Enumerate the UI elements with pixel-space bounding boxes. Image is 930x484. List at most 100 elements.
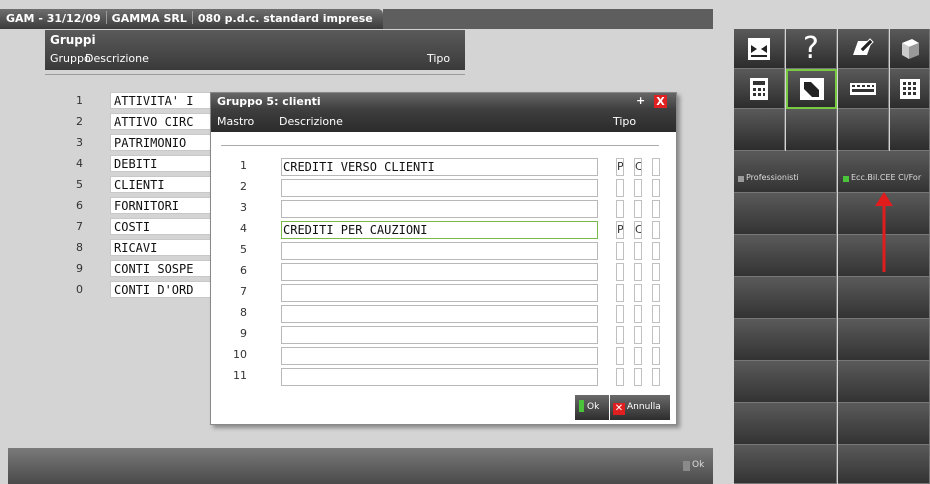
keyboard-button[interactable] (838, 69, 889, 109)
empty-button[interactable] (786, 109, 837, 151)
gruppo-description-field[interactable]: CONTI D'ORD (110, 281, 220, 298)
tipo-cell[interactable] (616, 179, 624, 197)
app-tab[interactable]: GAM - 31/12/09 GAMMA SRL 080 p.d.c. standa… (0, 9, 383, 29)
tipo-cell[interactable] (652, 242, 660, 260)
mastro-description-field[interactable]: CREDITI VERSO CLIENTI (281, 158, 598, 176)
tipo-cell[interactable] (616, 347, 624, 365)
gruppo-description-field[interactable]: CLIENTI (110, 176, 220, 193)
gruppo-description-field[interactable]: RICAVI (110, 239, 220, 256)
tipo-cell[interactable] (634, 200, 642, 218)
red-arrow-annotation (875, 192, 893, 272)
mastro-description-field[interactable] (281, 242, 598, 260)
mastro-description-field[interactable] (281, 347, 598, 365)
tipo-cell[interactable] (634, 326, 642, 344)
notes-button[interactable] (838, 29, 889, 69)
tipo-cell[interactable] (652, 284, 660, 302)
empty-wide-button[interactable] (734, 361, 837, 403)
tipo-cell[interactable] (652, 200, 660, 218)
empty-button[interactable] (890, 109, 930, 151)
empty-wide-button[interactable] (734, 193, 837, 235)
empty-wide-button[interactable] (838, 445, 930, 484)
touch-mode-button[interactable] (786, 69, 837, 109)
tipo-cell[interactable] (616, 263, 624, 281)
tipo-cell[interactable] (616, 242, 624, 260)
empty-wide-button[interactable] (838, 403, 930, 445)
tipo-cell[interactable] (634, 263, 642, 281)
hand-touch-icon (799, 78, 824, 100)
tipo-cell[interactable] (652, 368, 660, 386)
empty-wide-button[interactable] (734, 235, 837, 277)
tipo-cell[interactable] (652, 158, 660, 176)
mastro-description-field[interactable]: CREDITI PER CAUZIONI (281, 221, 598, 239)
gruppo-description-field[interactable]: ATTIVITA' I (110, 92, 220, 109)
help-button[interactable]: ? (786, 29, 837, 69)
tipo-cell[interactable] (616, 200, 624, 218)
tipo-cell[interactable] (634, 347, 642, 365)
empty-wide-button[interactable] (734, 445, 837, 484)
bottom-ok-button[interactable]: Ok (692, 460, 704, 470)
empty-wide-button[interactable] (838, 277, 930, 319)
mastro-description-field[interactable] (281, 305, 598, 323)
tipo-cell[interactable] (652, 326, 660, 344)
column-descrizione: Descrizione (279, 115, 343, 128)
tipo-cell[interactable]: P (616, 158, 624, 176)
empty-button[interactable] (734, 109, 785, 151)
tipo-cell[interactable] (634, 368, 642, 386)
tab-separator (191, 11, 193, 24)
gruppo-description-field[interactable]: COSTI (110, 218, 220, 235)
gruppo-description-field[interactable]: FORNITORI (110, 197, 220, 214)
gruppo-dialog: Gruppo 5: clienti + X Mastro Descrizione… (210, 92, 677, 425)
tipo-cell[interactable] (652, 263, 660, 281)
notebook-pen-icon (853, 37, 874, 55)
empty-wide-button[interactable] (838, 319, 930, 361)
tipo-cell[interactable] (616, 326, 624, 344)
tipo-cell[interactable] (616, 284, 624, 302)
ok-marker-icon (683, 461, 690, 471)
grid-menu-button[interactable] (890, 69, 930, 109)
gruppo-description-field[interactable]: CONTI SOSPE (110, 260, 220, 277)
tipo-cell[interactable] (634, 305, 642, 323)
mastro-description-field[interactable] (281, 263, 598, 281)
tipo-cell[interactable]: P (616, 221, 624, 239)
empty-wide-button[interactable] (734, 403, 837, 445)
gruppo-description-field[interactable]: PATRIMONIO (110, 134, 220, 151)
help-icon: ? (803, 31, 819, 66)
document-button[interactable] (890, 29, 930, 69)
mastro-number: 1 (240, 159, 247, 172)
tipo-cell[interactable]: C (634, 221, 642, 239)
tipo-cell[interactable] (652, 221, 660, 239)
tipo-cell[interactable] (652, 179, 660, 197)
close-icon[interactable]: X (654, 95, 667, 108)
tipo-cell[interactable] (652, 305, 660, 323)
empty-wide-button[interactable] (734, 319, 837, 361)
ok-label: Ok (587, 402, 600, 412)
gruppi-title: Gruppi (50, 33, 96, 47)
empty-button[interactable] (838, 109, 889, 151)
dialog-column-header: Mastro Descrizione Tipo (211, 110, 676, 132)
tipo-cell[interactable] (616, 368, 624, 386)
restore-icon[interactable]: + (636, 94, 645, 107)
ecc-bil-button[interactable] (838, 151, 930, 193)
calculator-button[interactable] (734, 69, 785, 109)
tipo-cell[interactable] (652, 347, 660, 365)
professionisti-button[interactable] (734, 151, 837, 193)
switch-arrows-button[interactable] (734, 29, 785, 69)
gruppo-description-field[interactable]: DEBITI (110, 155, 220, 172)
tipo-cell[interactable] (634, 242, 642, 260)
mastro-description-field[interactable] (281, 326, 598, 344)
mastro-description-field[interactable] (281, 179, 598, 197)
mastro-description-field[interactable] (281, 368, 598, 386)
annulla-button[interactable]: ✕ Annulla (610, 395, 670, 420)
mastro-description-field[interactable] (281, 200, 598, 218)
tipo-cell[interactable] (616, 305, 624, 323)
gruppo-description-field[interactable]: ATTIVO CIRC (110, 113, 220, 130)
empty-wide-button[interactable] (838, 361, 930, 403)
tipo-cell[interactable] (634, 284, 642, 302)
tipo-cell[interactable] (634, 179, 642, 197)
empty-wide-button[interactable] (734, 277, 837, 319)
company-date-label: GAM - 31/12/09 (6, 12, 101, 25)
ok-button[interactable]: Ok (575, 395, 609, 420)
tipo-cell[interactable]: C (634, 158, 642, 176)
mastro-description-field[interactable] (281, 284, 598, 302)
mastro-number: 7 (240, 285, 247, 298)
